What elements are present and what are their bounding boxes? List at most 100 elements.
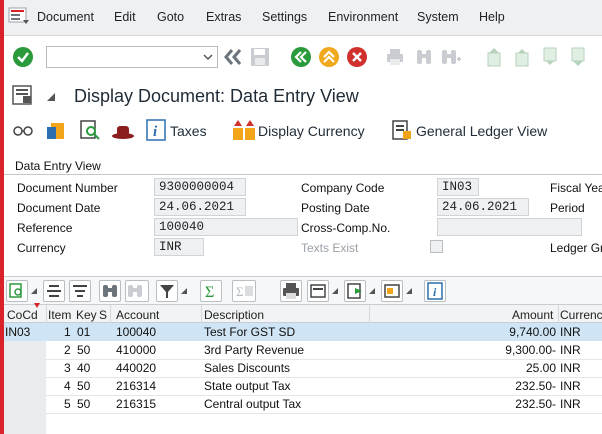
standard-toolbar: [4, 36, 602, 80]
currency-label: Currency: [17, 241, 66, 255]
general-ledger-icon[interactable]: [391, 119, 413, 141]
cancel-icon[interactable]: [346, 46, 368, 68]
layout-menu-icon[interactable]: [405, 287, 413, 295]
grid-find-next-button[interactable]: [125, 280, 149, 302]
taxes-button[interactable]: Taxes: [170, 123, 207, 139]
cell-item: 2: [64, 343, 71, 357]
fiscal-year-label: Fiscal Year: [550, 181, 602, 195]
cell-key: 50: [77, 343, 91, 357]
svg-text:Σ: Σ: [236, 284, 244, 299]
table-row[interactable]: 5 50 216315 Central output Tax 232.50- I…: [4, 395, 602, 413]
info-icon[interactable]: i: [146, 119, 166, 141]
change-document-icon[interactable]: [45, 119, 67, 141]
export-button[interactable]: [344, 280, 366, 302]
texts-exist-checkbox[interactable]: [430, 240, 443, 253]
find-icon[interactable]: [414, 47, 434, 67]
column-amount[interactable]: Amount: [512, 308, 553, 322]
last-page-icon[interactable]: [568, 47, 588, 67]
cell-item: 3: [64, 361, 71, 375]
sort-ascending-button[interactable]: [43, 280, 65, 302]
previous-page-icon[interactable]: [512, 47, 532, 67]
menu-extras[interactable]: Extras: [206, 10, 241, 24]
title-bar: Display Document: Data Entry View: [4, 80, 602, 114]
table-row[interactable]: IN03 1 01 100040 Test For GST SD 9,740.0…: [4, 323, 602, 341]
chevron-down-icon[interactable]: [203, 53, 213, 61]
enter-check-icon[interactable]: [12, 46, 34, 68]
layout-button[interactable]: [381, 280, 403, 302]
subtotal-button[interactable]: Σ: [232, 280, 256, 302]
find-next-icon[interactable]: [440, 47, 462, 67]
table-row[interactable]: 4 50 216314 State output Tax 232.50- INR: [4, 377, 602, 395]
document-number-field[interactable]: 9300000004: [154, 178, 246, 196]
views-button[interactable]: [307, 280, 329, 302]
general-ledger-view-button[interactable]: General Ledger View: [416, 123, 547, 139]
save-icon[interactable]: [250, 47, 270, 67]
grid-print-button[interactable]: [280, 280, 302, 302]
exit-icon[interactable]: [318, 46, 340, 68]
table-row[interactable]: 2 50 410000 3rd Party Revenue 9,300.00- …: [4, 341, 602, 359]
document-date-field[interactable]: 24.06.2021: [154, 198, 246, 216]
sort-descending-button[interactable]: [69, 280, 91, 302]
back-icon[interactable]: [290, 46, 312, 68]
cell-amount: 9,300.00-: [505, 343, 556, 357]
print-icon[interactable]: [385, 47, 405, 67]
menu-edit[interactable]: Edit: [114, 10, 136, 24]
details-button[interactable]: [6, 280, 28, 302]
display-glasses-icon[interactable]: [12, 121, 34, 141]
export-menu-icon[interactable]: [368, 287, 376, 295]
grid-menu-icon[interactable]: [30, 287, 38, 295]
menu-settings[interactable]: Settings: [262, 10, 307, 24]
next-page-icon[interactable]: [540, 47, 560, 67]
column-cocd[interactable]: CoCd: [7, 308, 38, 322]
hat-icon[interactable]: [111, 121, 135, 141]
views-icon: [310, 284, 326, 298]
sap-menu-icon[interactable]: [8, 5, 30, 27]
column-account[interactable]: Account: [116, 308, 159, 322]
filter-icon: [160, 285, 174, 298]
table-row[interactable]: 3 40 440020 Sales Discounts 25.00 INR: [4, 359, 602, 377]
display-currency-icon[interactable]: [232, 119, 256, 141]
document-number-label: Document Number: [17, 181, 118, 195]
menu-goto[interactable]: Goto: [157, 10, 184, 24]
period-label: Period: [550, 201, 585, 215]
layout-icon: [384, 284, 400, 298]
more-menu-icon[interactable]: [46, 92, 56, 102]
column-key[interactable]: Key: [76, 308, 97, 322]
grid-find-button[interactable]: [99, 280, 121, 302]
command-field[interactable]: [46, 46, 218, 68]
page-title: Display Document: Data Entry View: [74, 86, 359, 106]
currency-field[interactable]: INR: [154, 238, 204, 256]
filter-button[interactable]: [156, 280, 178, 302]
column-description[interactable]: Description: [204, 308, 264, 322]
data-entry-view-group: Data Entry View: [4, 157, 602, 175]
first-page-icon[interactable]: [484, 47, 504, 67]
column-s[interactable]: S: [99, 308, 107, 322]
subtotal-icon: Σ: [236, 284, 253, 299]
menu-environment[interactable]: Environment: [328, 10, 398, 24]
column-item[interactable]: Item: [48, 308, 71, 322]
menu-document[interactable]: Document: [37, 10, 94, 24]
posting-date-field[interactable]: 24.06.2021: [437, 198, 529, 216]
cell-description: Central output Tax: [204, 397, 302, 411]
command-input[interactable]: [47, 47, 217, 67]
company-code-field[interactable]: IN03: [437, 178, 479, 196]
filter-menu-icon[interactable]: [180, 287, 188, 295]
menu-system[interactable]: System: [417, 10, 459, 24]
cell-description: Sales Discounts: [204, 361, 291, 375]
column-currency[interactable]: Currency: [560, 308, 602, 322]
reference-field[interactable]: 100040: [154, 218, 298, 236]
cell-currency: INR: [560, 397, 581, 411]
document-date-label: Document Date: [17, 201, 101, 215]
cross-comp-field[interactable]: [437, 218, 582, 236]
display-currency-button[interactable]: Display Currency: [258, 123, 365, 139]
cell-currency: INR: [560, 325, 581, 339]
views-menu-icon[interactable]: [331, 287, 339, 295]
double-chevron-left-icon[interactable]: [223, 48, 243, 66]
table-header: CoCd Item Key S Account Description Amou…: [4, 304, 602, 324]
total-button[interactable]: Σ: [200, 280, 222, 302]
menu-help[interactable]: Help: [479, 10, 505, 24]
cell-amount: 232.50-: [515, 397, 556, 411]
grid-info-button[interactable]: i: [424, 280, 446, 302]
document-search-icon[interactable]: [79, 119, 101, 141]
menu-bar: Document Edit Goto Extras Settings Envir…: [4, 0, 602, 36]
